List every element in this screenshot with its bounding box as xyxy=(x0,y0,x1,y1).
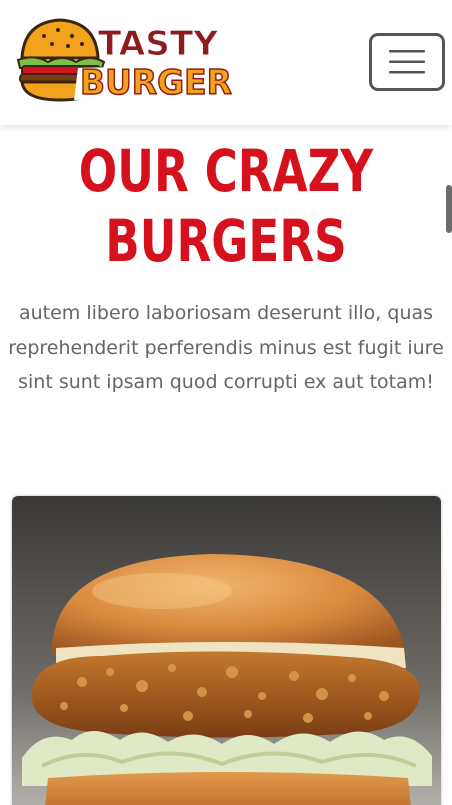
section-description: autem libero laboriosam deserunt illo, q… xyxy=(8,302,444,393)
burger-card[interactable] xyxy=(12,496,441,805)
fried-chicken-burger-photo xyxy=(12,496,441,805)
tasty-burger-logo[interactable]: TASTY BURGER xyxy=(14,14,239,106)
logo-text-burger: BURGER xyxy=(80,63,232,103)
hamburger-menu-icon xyxy=(389,50,425,74)
section-title-line-1: OUR CRAZY xyxy=(78,137,374,205)
page-scrollbar[interactable] xyxy=(446,185,452,233)
section-title: OUR CRAZY BURGERS xyxy=(50,136,403,276)
menu-toggle-button[interactable] xyxy=(369,33,445,91)
logo-text-tasty: TASTY xyxy=(98,24,218,64)
site-header: TASTY BURGER xyxy=(0,0,452,125)
burger-logo-icon: TASTY BURGER xyxy=(16,18,233,104)
section-title-line-2: BURGERS xyxy=(105,207,347,275)
